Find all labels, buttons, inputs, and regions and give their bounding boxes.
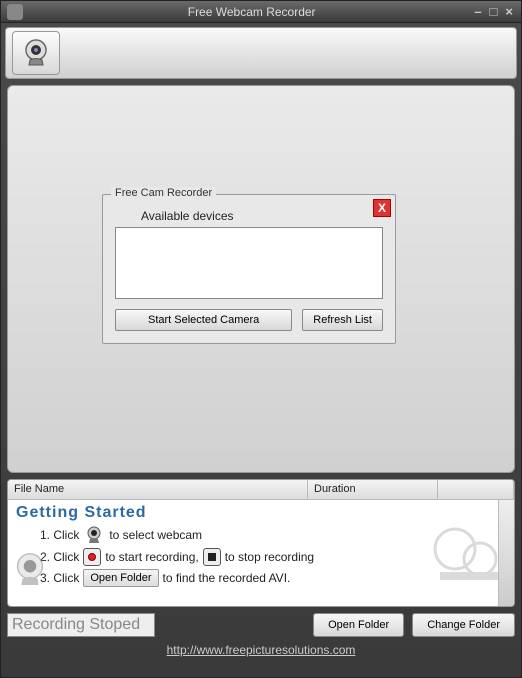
maximize-button[interactable]: □ (490, 4, 498, 19)
app-icon (7, 4, 23, 20)
titlebar: Free Webcam Recorder – □ × (1, 1, 521, 23)
gs-step1-text-b: to select webcam (109, 528, 202, 542)
device-listbox[interactable] (115, 227, 383, 299)
gs-step3-text-b: to find the recorded AVI. (163, 571, 291, 585)
stop-icon (203, 548, 221, 566)
getting-started-title: Getting Started (16, 504, 506, 522)
webcam-decoration-icon (10, 550, 50, 593)
column-filename[interactable]: File Name (8, 480, 308, 499)
gs-step1-text-a: 1. Click (40, 528, 79, 542)
toolbar (5, 27, 517, 79)
webcam-icon (20, 37, 52, 69)
change-folder-button[interactable]: Change Folder (412, 613, 515, 637)
refresh-list-button[interactable]: Refresh List (302, 309, 383, 331)
footer-link[interactable]: http://www.freepicturesolutions.com (167, 643, 356, 657)
recordings-panel: File Name Duration Getting Started 1. Cl… (7, 479, 515, 607)
start-camera-button[interactable]: Start Selected Camera (115, 309, 292, 331)
status-text: Recording Stoped (7, 613, 155, 637)
close-window-button[interactable]: × (505, 4, 513, 19)
gs-step2-text-b: to start recording, (105, 550, 198, 564)
open-folder-button[interactable]: Open Folder (313, 613, 404, 637)
device-dialog: Free Cam Recorder X Available devices St… (102, 194, 396, 344)
gs-step2-text-c: to stop recording (225, 550, 314, 564)
open-folder-hint-button[interactable]: Open Folder (83, 569, 158, 587)
webcam-mini-icon (83, 525, 105, 545)
minimize-button[interactable]: – (474, 4, 481, 19)
dialog-legend: Free Cam Recorder (111, 187, 216, 199)
list-header: File Name Duration (8, 480, 514, 500)
app-window: Free Webcam Recorder – □ × Free Cam Reco… (0, 0, 522, 678)
available-devices-label: Available devices (141, 209, 383, 223)
window-title: Free Webcam Recorder (29, 5, 474, 19)
getting-started: Getting Started 1. Click to select webca… (8, 500, 514, 587)
column-spacer (438, 480, 514, 499)
record-icon (83, 548, 101, 566)
footer: http://www.freepicturesolutions.com (1, 643, 521, 657)
scrollbar[interactable] (498, 500, 514, 606)
select-webcam-button[interactable] (12, 31, 60, 75)
dialog-close-button[interactable]: X (373, 199, 391, 217)
preview-panel: Free Cam Recorder X Available devices St… (7, 85, 515, 473)
column-duration[interactable]: Duration (308, 480, 438, 499)
bottom-bar: Recording Stoped Open Folder Change Fold… (7, 613, 515, 637)
